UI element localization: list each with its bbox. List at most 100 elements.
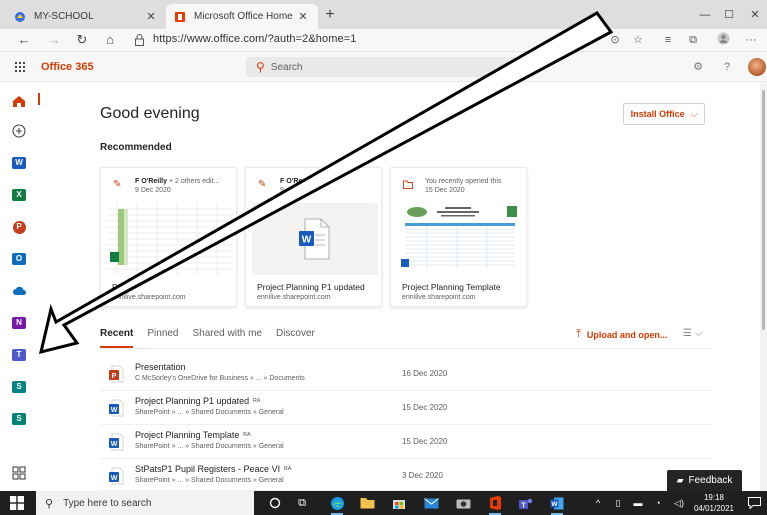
cortana-icon[interactable]: [266, 494, 284, 512]
onenote-icon[interactable]: N: [10, 314, 28, 332]
speaker-volume-icon[interactable]: ◁): [672, 495, 686, 511]
card-activity: F O'Re... 9: [280, 178, 309, 194]
collections-icon[interactable]: ⧉: [684, 32, 702, 49]
lock-icon: [135, 34, 144, 46]
edge-browser-icon[interactable]: [328, 494, 346, 515]
close-window-button[interactable]: ✕: [740, 4, 767, 26]
svg-text:W: W: [111, 441, 118, 448]
sway-icon[interactable]: S: [10, 410, 28, 428]
browser-tab-my-school[interactable]: MY-SCHOOL ✕: [6, 4, 166, 29]
mail-icon[interactable]: [422, 494, 440, 512]
tab-shared-with-me[interactable]: Shared with me: [193, 328, 262, 342]
file-tabs: Recent Pinned Shared with me Discover: [100, 328, 329, 348]
favorites-list-icon[interactable]: ≡: [659, 32, 677, 49]
list-view-options-icon[interactable]: ☰ ⌵: [683, 328, 702, 339]
file-path: C McSorley's OneDrive for Business » ...…: [135, 375, 305, 382]
svg-text:T: T: [521, 502, 526, 509]
search-icon: ⚲: [256, 60, 265, 74]
windows-start-icon[interactable]: [10, 496, 24, 510]
all-apps-icon[interactable]: [10, 464, 28, 482]
page-title: Good evening: [100, 105, 200, 122]
notifications-icon[interactable]: [745, 494, 763, 512]
favorite-star-icon[interactable]: ☆: [629, 32, 647, 49]
tab-discover[interactable]: Discover: [276, 328, 315, 342]
brand-name[interactable]: Office 365: [41, 61, 94, 73]
feedback-label: Feedback: [688, 475, 733, 486]
home-icon[interactable]: ⌂: [100, 31, 120, 49]
svg-text:W: W: [302, 235, 312, 246]
tab-recent[interactable]: Recent: [100, 328, 134, 348]
wifi-icon[interactable]: ◔: [652, 495, 664, 511]
taskbar-clock[interactable]: 19:18 04/01/2021: [693, 492, 735, 514]
avatar[interactable]: [748, 58, 766, 76]
camera-icon[interactable]: [454, 494, 472, 512]
sharepoint-icon[interactable]: S: [10, 378, 28, 396]
teams-icon[interactable]: T: [10, 346, 28, 364]
browser-tab-office-home[interactable]: Microsoft Office Home ✕: [166, 4, 318, 29]
tab-pinned[interactable]: Pinned: [147, 328, 178, 342]
home-icon[interactable]: [10, 92, 28, 110]
create-plus-icon[interactable]: [10, 122, 28, 140]
rail-selection-indicator: [38, 93, 40, 105]
recommended-card[interactable]: You recently opened this 15 Dec 2020 Pro…: [390, 167, 527, 307]
onedrive-icon[interactable]: [10, 282, 28, 300]
store-icon[interactable]: [390, 494, 408, 512]
file-explorer-icon[interactable]: [358, 494, 376, 512]
edit-pencil-icon: ✎: [113, 179, 122, 190]
windows-taskbar: ⚲ Type here to search ⧉ T W ^ ▯ ▬ ◔ ◁) 1…: [0, 491, 767, 515]
office-icon[interactable]: [486, 494, 504, 515]
upload-and-open-button[interactable]: ⤒ Upload and open...: [576, 328, 667, 341]
close-icon[interactable]: ✕: [144, 10, 158, 23]
forward-arrow-icon[interactable]: →: [44, 31, 64, 49]
powerpoint-icon[interactable]: P: [10, 218, 28, 236]
more-options-icon[interactable]: ···: [742, 32, 760, 49]
site-permissions-icon[interactable]: ⊙: [606, 32, 624, 49]
scrollbar-thumb[interactable]: [762, 90, 765, 330]
outlook-icon[interactable]: O: [10, 250, 28, 268]
app-rail: W X P O N T S S: [0, 82, 40, 491]
word-file-icon: W: [109, 467, 124, 485]
tray-overflow-chevron-icon[interactable]: ^: [592, 495, 604, 511]
file-row[interactable]: P Presentation C McSorley's OneDrive for…: [100, 357, 712, 391]
app-launcher-icon[interactable]: [14, 61, 26, 73]
close-icon[interactable]: ✕: [296, 10, 310, 23]
help-icon[interactable]: ?: [720, 60, 734, 74]
shared-people-icon: ᴿᴬ: [243, 431, 251, 440]
install-office-button[interactable]: Install Office ⌵: [623, 103, 705, 125]
file-path: SharePoint » ... » Shared Documents » Ge…: [135, 477, 284, 484]
address-bar: ← → ↻ ⌂ https://www.office.com/?auth=2&h…: [0, 29, 767, 52]
file-path: SharePoint » ... » Shared Documents » Ge…: [135, 409, 284, 416]
network-adapter-icon[interactable]: ▯: [612, 495, 624, 511]
taskbar-search-placeholder: Type here to search: [63, 497, 152, 509]
template-thumbnail: [397, 203, 523, 275]
file-row[interactable]: W Project Planning Template ᴿᴬ SharePoint…: [100, 425, 712, 459]
back-arrow-icon[interactable]: ←: [14, 31, 34, 49]
taskbar-search-input[interactable]: ⚲ Type here to search: [36, 491, 254, 515]
file-row[interactable]: W Project Planning P1 updated ᴿᴬ SharePoi…: [100, 391, 712, 425]
task-view-icon[interactable]: ⧉: [293, 494, 311, 512]
feedback-button[interactable]: ▰ Feedback: [667, 470, 742, 491]
search-icon: ⚲: [45, 497, 54, 510]
file-date: 16 Dec 2020: [402, 369, 448, 378]
url-field[interactable]: https://www.office.com/?auth=2&home=1: [153, 33, 356, 45]
file-row[interactable]: W StPatsP1 Pupil Registers - Peace VI ᴿᴬ …: [100, 459, 712, 491]
new-tab-button[interactable]: +: [322, 6, 338, 24]
file-path: SharePoint » ... » Shared Documents » Ge…: [135, 443, 284, 450]
refresh-icon[interactable]: ↻: [72, 31, 92, 49]
profile-icon[interactable]: [714, 32, 732, 49]
search-input[interactable]: ⚲ Search: [246, 57, 520, 77]
recommended-card[interactable]: ✎ F O'Reilly + 2 others edit... 9 Dec 20…: [100, 167, 237, 307]
powerpoint-file-icon: P: [109, 365, 124, 383]
teams-icon[interactable]: T: [516, 494, 534, 512]
recommended-card[interactable]: ✎ F O'Re... 9 W Project Planning P1 upda…: [245, 167, 382, 307]
office-header: Office 365 ⚲ Search ⚙ ?: [0, 52, 767, 82]
excel-icon[interactable]: X: [10, 186, 28, 204]
battery-icon[interactable]: ▬: [632, 495, 644, 511]
card-activity: F O'Reilly + 2 others edit... 9 Dec 2020: [135, 178, 220, 194]
card-document-location: ennilive.sharepoint.com: [402, 294, 476, 301]
upload-label: Upload and open...: [586, 329, 668, 340]
settings-gear-icon[interactable]: ⚙: [691, 60, 705, 74]
word-icon[interactable]: W: [10, 154, 28, 172]
word-icon[interactable]: W: [548, 494, 566, 515]
search-placeholder: Search: [270, 61, 303, 73]
